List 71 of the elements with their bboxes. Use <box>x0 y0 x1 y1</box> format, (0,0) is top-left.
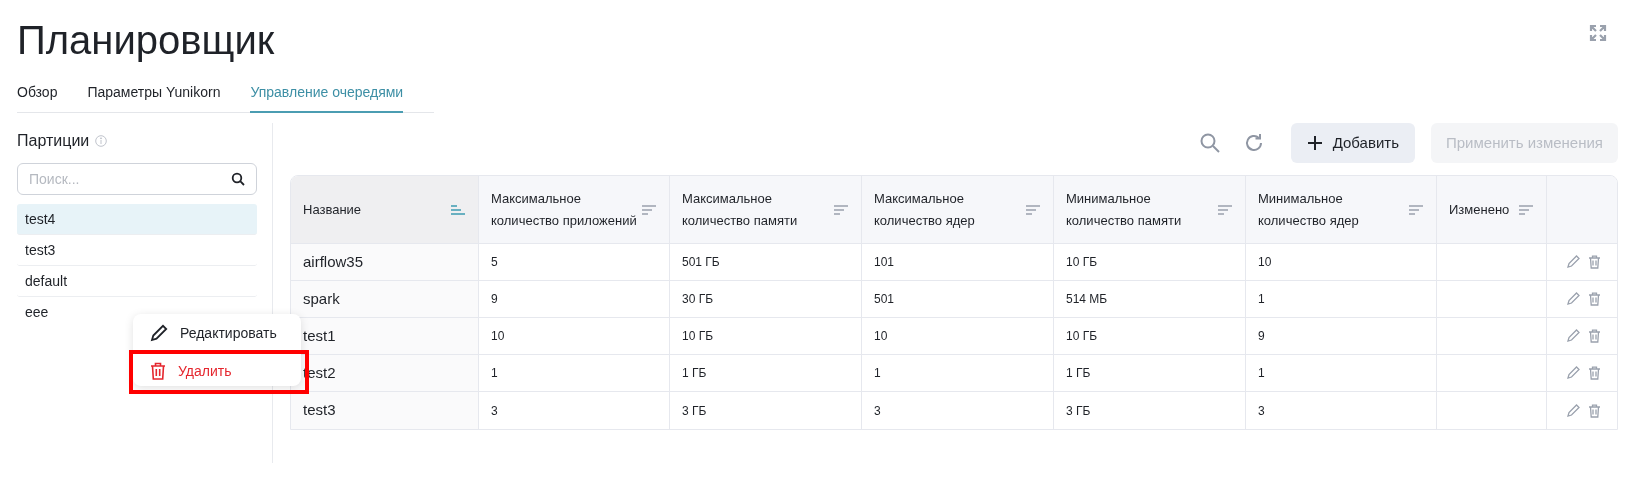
table-cell-text: spark <box>303 288 340 309</box>
table-cell-text: 10 ГБ <box>682 328 714 345</box>
column-header: Название <box>303 200 362 219</box>
search-field[interactable]: Поиск... <box>17 163 257 195</box>
info-icon <box>95 135 108 147</box>
page-title: Планировщик <box>17 17 275 64</box>
trash-icon <box>150 362 166 380</box>
pencil-icon <box>150 324 168 342</box>
table-cell-text: 1 <box>1258 291 1265 308</box>
table-cell-text: 101 <box>874 254 895 271</box>
search-icon[interactable] <box>231 172 245 186</box>
trash-icon[interactable] <box>1588 329 1601 343</box>
table-cell-text: 30 ГБ <box>682 291 714 308</box>
table-cell-text: 9 <box>1258 328 1265 345</box>
table-cell-text: test3 <box>303 400 336 421</box>
pencil-icon[interactable] <box>1566 403 1580 418</box>
trash-icon[interactable] <box>1588 292 1601 306</box>
trash-icon[interactable] <box>1588 255 1601 269</box>
table-cell-text: 501 <box>874 291 895 308</box>
add-button[interactable]: Добавить <box>1290 123 1415 163</box>
table-cell-text: 1 ГБ <box>682 365 707 382</box>
table-cell-text: 1 <box>1258 365 1265 382</box>
plus-icon <box>1306 135 1323 151</box>
sidebar-heading: Партиции <box>17 131 90 151</box>
pencil-icon[interactable] <box>1566 329 1580 343</box>
fullscreen-icon[interactable] <box>1589 24 1607 42</box>
table-cell-text: 3 <box>874 402 881 420</box>
table-cell-text: 1 <box>874 365 881 382</box>
sort-icon[interactable] <box>833 203 849 216</box>
table-cell-text: 1 ГБ <box>1066 365 1091 382</box>
table-cell-text: 10 <box>1258 254 1272 271</box>
pencil-icon[interactable] <box>1566 292 1580 306</box>
trash-icon[interactable] <box>1588 403 1601 418</box>
search-input[interactable]: Поиск... <box>29 168 231 190</box>
table-cell-text: 514 МБ <box>1066 291 1108 308</box>
table-cell-text: 9 <box>491 291 498 308</box>
column-header: Максимальное количество приложений <box>491 189 638 230</box>
column-header: Минимальное количество ядер <box>1258 189 1360 230</box>
table-cell-text: 10 ГБ <box>1066 328 1098 345</box>
trash-icon[interactable] <box>1588 366 1601 380</box>
pencil-icon[interactable] <box>1566 366 1580 380</box>
table-cell-text: 10 ГБ <box>1066 254 1098 271</box>
table-cell-text: test1 <box>303 325 336 346</box>
tab[interactable]: Управление очередями <box>250 82 404 113</box>
partition-item[interactable]: test3 <box>17 235 257 266</box>
table-cell-text: airflow35 <box>303 251 364 272</box>
table-cell-text: 5 <box>491 254 498 271</box>
table-cell-text: 3 <box>1258 402 1265 420</box>
table-cell-text: 1 <box>491 365 498 382</box>
table-cell-text: 501 ГБ <box>682 254 720 271</box>
partition-item[interactable]: test4 <box>17 204 257 235</box>
column-header: Изменено <box>1449 200 1510 219</box>
sort-icon[interactable] <box>1025 203 1041 216</box>
table-cell-text: 10 <box>874 328 888 345</box>
sort-icon[interactable] <box>1217 203 1233 216</box>
column-header: Минимальное количество памяти <box>1066 189 1183 230</box>
partition-item[interactable]: default <box>17 266 257 297</box>
menu-item[interactable]: Редактировать <box>133 316 301 350</box>
column-header: Максимальное количество ядер <box>874 189 976 230</box>
pencil-icon[interactable] <box>1566 255 1580 269</box>
table-cell-text: 3 ГБ <box>1066 402 1091 420</box>
sort-icon[interactable] <box>1408 203 1424 216</box>
sort-icon[interactable] <box>450 203 466 216</box>
table-cell-text: 3 <box>491 402 498 420</box>
sort-icon[interactable] <box>1518 203 1534 216</box>
column-header: Максимальное количество памяти <box>682 189 799 230</box>
table-cell-text: 3 ГБ <box>682 402 707 420</box>
sort-icon[interactable] <box>641 203 657 216</box>
table-cell-text: 10 <box>491 328 505 345</box>
tab[interactable]: Параметры Yunikorn <box>87 82 221 113</box>
tab[interactable]: Обзор <box>17 82 58 113</box>
